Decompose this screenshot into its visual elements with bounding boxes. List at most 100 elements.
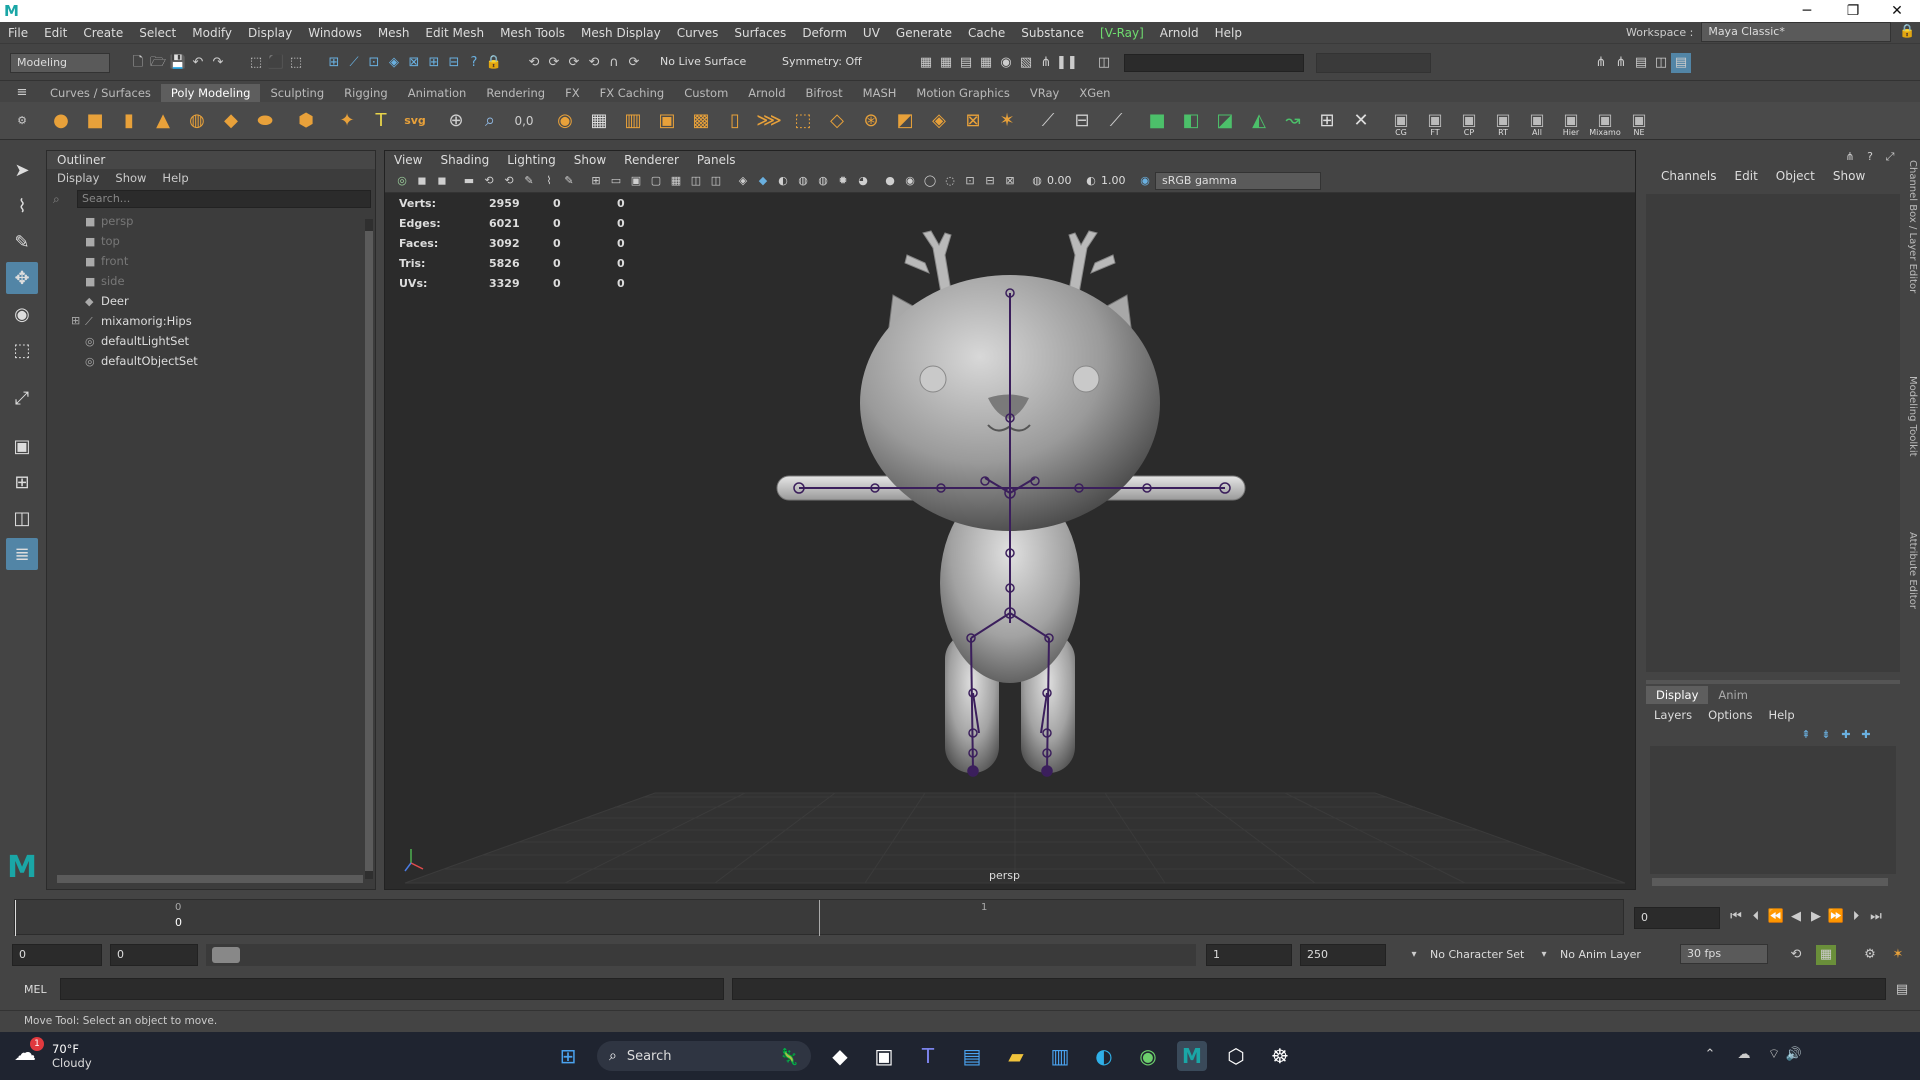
snap-surface-icon[interactable]: ⊠ [404,53,424,73]
shelf-tab-sculpting[interactable]: Sculpting [260,84,334,102]
exposure-field[interactable]: 0.00 [1047,174,1081,187]
live-surface-field[interactable]: No Live Surface [654,52,764,73]
tool-settings-icon[interactable]: ◫ [1651,53,1671,73]
bridge-icon[interactable]: ⋙ [755,107,783,135]
shelf-tab-rigging[interactable]: Rigging [334,84,398,102]
sidebar-toggle-icon[interactable]: ◫ [1094,53,1114,73]
shelf-tab-mash[interactable]: MASH [853,84,907,102]
multi-cut-icon[interactable]: ⟋ [1034,107,1062,135]
svg-icon[interactable]: svg [401,107,429,135]
menu-cache[interactable]: Cache [960,22,1013,44]
image-plane-icon[interactable]: ▬ [460,172,478,190]
rotate-snap-icon[interactable]: ⟳ [624,53,644,73]
snap-point-icon[interactable]: ⊡ [364,53,384,73]
triangulate-icon[interactable]: ⊠ [959,107,987,135]
bookmarks-icon[interactable]: ◼ [433,172,451,190]
shadows-icon[interactable]: ◍ [814,172,832,190]
snap-pivot-icon[interactable]: ⊟ [444,53,464,73]
step-back-key-icon[interactable]: ⏴ [1746,907,1766,927]
shelf-menu-icon[interactable]: ≡ [12,83,32,103]
menu-create[interactable]: Create [75,22,131,44]
open-scene-icon[interactable]: 🗁 [148,53,168,73]
viewport-menu-show[interactable]: Show [565,151,615,169]
poly-text-icon[interactable]: T [367,107,395,135]
minimize-button[interactable]: ─ [1784,0,1830,22]
outliner-item-side[interactable]: ■ side [47,271,375,291]
anim-layer-arrow-icon[interactable]: ▾ [1534,945,1554,965]
menu-deform[interactable]: Deform [794,22,855,44]
teams-icon[interactable]: T [913,1041,943,1071]
textured-icon[interactable]: ◐ [774,172,792,190]
edge-loop-icon[interactable]: ⊟ [1068,107,1096,135]
menu-set-dropdown[interactable]: Modeling [10,52,110,73]
copilot-icon[interactable]: ◆ [825,1041,855,1071]
smooth-shaded-icon[interactable]: ◆ [754,172,772,190]
uv-planar-icon[interactable]: ■ [1143,107,1171,135]
viewport-menu-lighting[interactable]: Lighting [498,151,565,169]
magnet-icon[interactable]: ∩ [604,53,624,73]
single-view-layout-icon[interactable]: ▣ [6,430,38,462]
auto-key-icon[interactable]: ▦ [1816,945,1836,965]
menu-mesh[interactable]: Mesh [370,22,418,44]
step-back-frame-icon[interactable]: ⏪ [1766,907,1786,927]
select-camera-icon[interactable]: ◎ [393,172,411,190]
shelf-tab-motion-graphics[interactable]: Motion Graphics [906,84,1019,102]
outliner-menu-help[interactable]: Help [154,169,196,187]
mirror-icon[interactable]: ▯ [721,107,749,135]
shelf-tab-animation[interactable]: Animation [398,84,477,102]
move-layer-up-icon[interactable]: ⇞ [1796,725,1816,745]
camera-attributes-icon[interactable]: ◼ [413,172,431,190]
render-view-icon[interactable]: ▧ [1016,53,1036,73]
viewport-menu-shading[interactable]: Shading [431,151,498,169]
backface-culling-icon[interactable]: ⊟ [981,172,999,190]
anti-aliasing-icon[interactable]: ● [881,172,899,190]
outliner-item-front[interactable]: ■ front [47,251,375,271]
channel-menu-channels[interactable]: Channels [1652,164,1726,188]
loop-icon[interactable]: ⟲ [1786,945,1806,965]
outliner-vertical-scrollbar[interactable] [365,219,373,879]
go-to-start-icon[interactable]: ⏮ [1726,907,1746,927]
notepad-icon[interactable]: ▤ [957,1041,987,1071]
shelf-ne-button[interactable]: ▣ NE [1624,105,1654,137]
current-frame-field[interactable]: 0 [1634,907,1720,929]
wifi-icon[interactable]: ⌔ [1764,1045,1784,1065]
lasso-tool-icon[interactable]: ⌇ [6,190,38,222]
workspace-dropdown[interactable]: Maya Classic* [1701,22,1892,42]
shelf-cp-button[interactable]: ▣ CP [1454,105,1484,137]
uv-cylindrical-icon[interactable]: ◧ [1177,107,1205,135]
wireframe-icon[interactable]: ◫ [687,172,705,190]
bevel-icon[interactable]: ◇ [823,107,851,135]
outliner-menu-display[interactable]: Display [49,169,107,187]
move-tool-icon[interactable]: ✥ [6,262,38,294]
menu-edit[interactable]: Edit [36,22,75,44]
modeling-toolkit-icon[interactable]: ⋔ [1591,53,1611,73]
xray-active-icon[interactable]: ⊠ [1001,172,1019,190]
menu-v-ray[interactable]: [V-Ray] [1092,22,1152,44]
separate-icon[interactable]: ▦ [585,107,613,135]
steam-icon[interactable]: ☸ [1265,1041,1295,1071]
menu-arnold[interactable]: Arnold [1152,22,1207,44]
safe-action-icon[interactable]: ▢ [647,172,665,190]
new-scene-icon[interactable]: 🗋 [128,53,148,73]
select-component-icon[interactable]: ⬚ [286,53,306,73]
grid-icon[interactable]: ✎ [520,172,538,190]
outliner-layout-icon[interactable]: ≣ [6,538,38,570]
shelf-tab-custom[interactable]: Custom [674,84,738,102]
shelf-hier-button[interactable]: ▣ Hier [1556,105,1586,137]
maya-taskbar-icon[interactable]: M [1177,1041,1207,1071]
shelf-rt-button[interactable]: ▣ RT [1488,105,1518,137]
poly-cone-icon[interactable]: ▲ [149,107,177,135]
last-tool-icon[interactable]: ⤢ [6,382,38,414]
make-live-icon[interactable]: ? [464,53,484,73]
poly-cylinder-icon[interactable]: ▮ [115,107,143,135]
redo-icon[interactable]: ↷ [208,53,228,73]
menu-windows[interactable]: Windows [300,22,370,44]
uv-cut-icon[interactable]: ✕ [1347,107,1375,135]
character-set-arrow-icon[interactable]: ▾ [1404,945,1424,965]
outliner-horizontal-scrollbar[interactable] [57,875,363,883]
menu-surfaces[interactable]: Surfaces [726,22,794,44]
playback-end-field[interactable]: 1 [1206,944,1292,966]
outliner-item-persp[interactable]: ■ persp [47,211,375,231]
render-sequence-icon[interactable]: ▦ [936,53,956,73]
2d-pan-icon[interactable]: ⟲ [480,172,498,190]
